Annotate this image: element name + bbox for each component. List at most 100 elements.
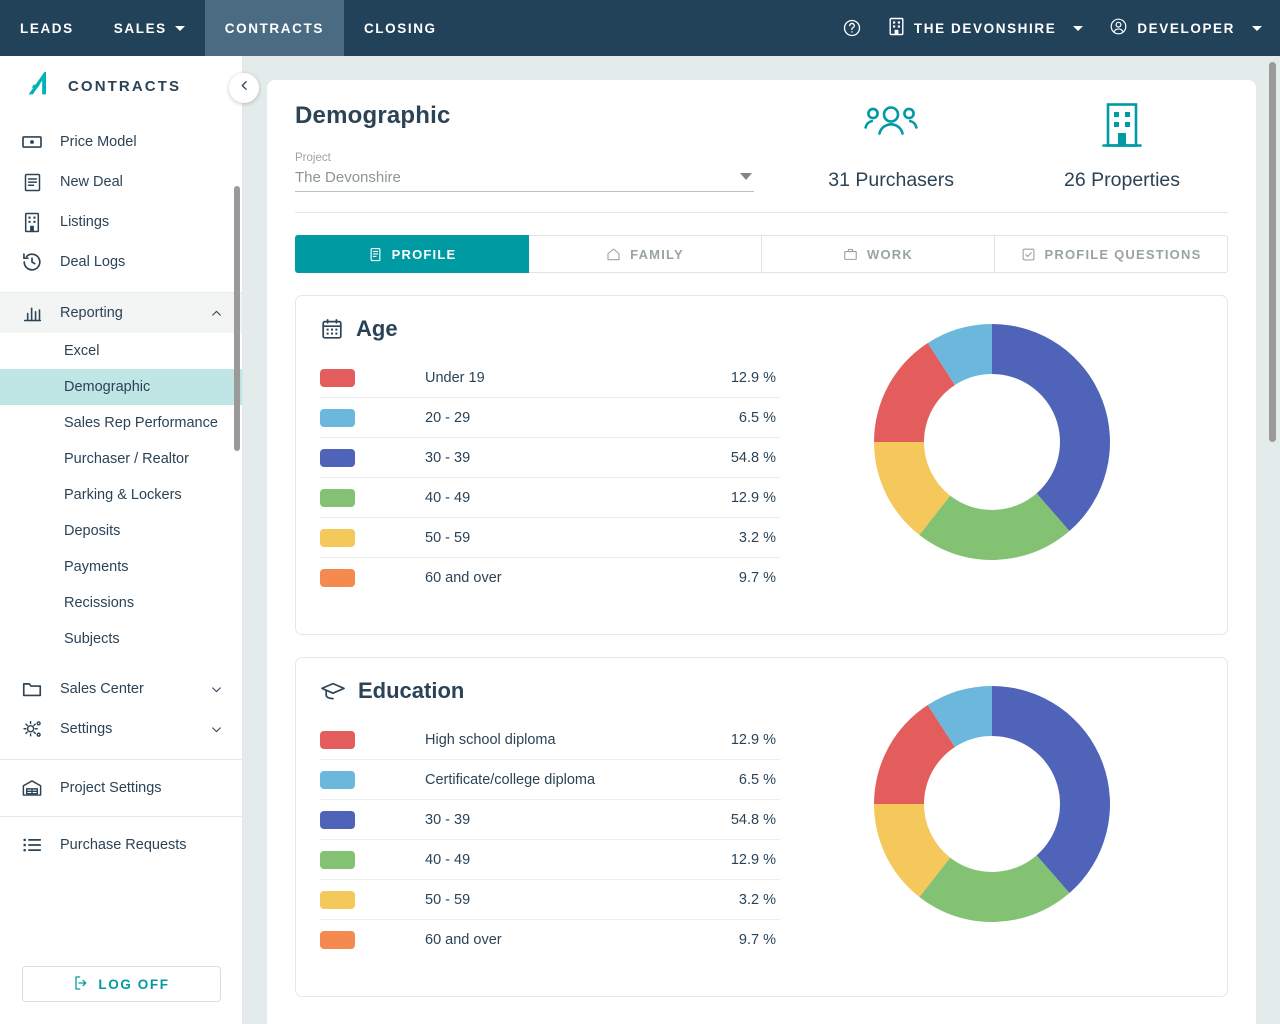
legend-label: 60 and over [425,570,502,586]
legend-swatch [320,368,355,387]
sidebar-subitem-deposits[interactable]: Deposits [0,513,242,549]
bar-chart-icon [20,301,44,325]
sidebar-item-label: New Deal [60,174,123,190]
legend-value: 9.7 % [738,932,776,948]
sidebar-item-label: Project Settings [60,780,162,796]
people-group-icon [862,102,920,155]
sidebar-subitem-sales-rep-performance[interactable]: Sales Rep Performance [0,405,242,441]
chevron-down-icon [1252,25,1262,31]
help-circle-icon [842,18,862,38]
sidebar-subitem-parking-lockers[interactable]: Parking & Lockers [0,477,242,513]
sidebar-brand-label: CONTRACTS [68,77,182,95]
chevron-down-icon [174,25,185,31]
donut-segment[interactable] [991,324,1110,532]
sidebar-item-deal-logs[interactable]: Deal Logs [0,242,242,282]
help-button[interactable] [842,18,862,38]
chevron-down-icon [210,683,222,695]
stat-properties-label: 26 Properties [1064,169,1180,191]
project-select-label: Project [295,152,331,164]
building-icon [20,210,44,234]
chart-plot-area [780,678,1203,924]
sidebar-subitem-payments[interactable]: Payments [0,549,242,585]
sidebar-subitem-label: Sales Rep Performance [64,415,218,431]
page-scrollbar[interactable] [1269,62,1276,442]
main-content: Demographic Project The Devonshire 31 Pu… [243,56,1280,1024]
legend-value: 12.9 % [730,369,776,386]
section-title: Age [320,316,780,342]
legend-value: 9.7 % [738,570,776,586]
top-nav-right: THE DEVONSHIRE DEVELOPER [842,0,1280,56]
top-nav-closing[interactable]: CLOSING [344,0,457,56]
legend-swatch [320,569,355,587]
log-off-label: LOG OFF [98,976,170,992]
donut-segment[interactable] [991,686,1110,894]
sidebar-item-label: Listings [60,214,110,230]
sidebar-brand: CONTRACTS [0,56,242,116]
sidebar-subitem-recissions[interactable]: Recissions [0,585,242,621]
sidebar-item-price-model[interactable]: Price Model [0,122,242,162]
chevron-down-icon [740,173,752,180]
legend-label: 50 - 59 [425,891,471,908]
list-icon [20,833,44,857]
sidebar-item-sales-center[interactable]: Sales Center [0,669,242,709]
sidebar-collapse-button[interactable] [229,73,259,103]
legend-row: 30 - 39 54.8 % [320,800,780,840]
chart-legend-panel: Age Under 19 12.9 % 20 - 29 6.5 % 30 - 39 54.8… [320,316,780,598]
top-nav-items: LEADS SALES CONTRACTS CLOSING [0,0,457,56]
profile-card-icon [368,247,383,262]
sidebar-subitem-label: Excel [64,343,100,359]
sidebar-item-reporting[interactable]: Reporting [0,293,242,333]
top-nav-label: SALES [113,20,167,36]
sidebar-subitem-demographic[interactable]: Demographic [0,369,242,405]
log-off-button[interactable]: LOG OFF [22,966,221,1002]
sidebar-reporting-children: Excel Demographic Sales Rep Performance Pur… [0,333,242,657]
sidebar-item-settings[interactable]: Settings [0,709,242,749]
profile-tabs: PROFILE FAMILY WORK PROFILE QUESTIONS [295,235,1228,273]
legend-swatch [320,488,355,507]
project-select[interactable]: Project The Devonshire [295,152,754,192]
app-root: LEADS SALES CONTRACTS CLOSING THE DEVONS… [0,0,1280,1024]
demographic-card: Demographic Project The Devonshire 31 Pu… [267,80,1256,1024]
legend-row: 20 - 29 6.5 % [320,398,780,438]
page-header: Demographic Project The Devonshire 31 Pu… [295,102,1228,192]
sidebar-subitem-subjects[interactable]: Subjects [0,621,242,657]
tab-profile-questions[interactable]: PROFILE QUESTIONS [995,235,1228,273]
project-switcher-label: THE DEVONSHIRE [913,20,1057,36]
sidebar: CONTRACTS Price Model New Deal Listings Dea… [0,56,243,1024]
legend-label: Certificate/college diploma [425,771,596,788]
project-switcher[interactable]: THE DEVONSHIRE [888,17,1084,39]
top-nav-contracts[interactable]: CONTRACTS [204,0,344,56]
tab-family[interactable]: FAMILY [529,235,762,273]
sidebar-subitem-purchaser-realtor[interactable]: Purchaser / Realtor [0,441,242,477]
summary-stats: 31 Purchasers 26 Properties [828,102,1228,192]
tab-profile[interactable]: PROFILE [295,235,529,273]
legend-value: 54.8 % [730,449,776,466]
sidebar-item-new-deal[interactable]: New Deal [0,162,242,202]
legend-label: 30 - 39 [425,811,471,828]
top-nav-leads[interactable]: LEADS [0,0,94,56]
legend-list: High school diploma 12.9 % Certificate/col… [320,720,780,960]
top-nav-sales[interactable]: SALES [94,0,205,56]
tab-work[interactable]: WORK [762,235,995,273]
sidebar-item-label: Settings [60,721,113,737]
briefcase-icon [843,247,858,262]
chart-legend-panel: Education High school diploma 12.9 % Certif… [320,678,780,960]
sidebar-item-project-settings[interactable]: Project Settings [0,760,242,816]
sidebar-subitem-excel[interactable]: Excel [0,333,242,369]
sidebar-subitem-label: Parking & Lockers [64,487,182,503]
legend-row: 50 - 59 3.2 % [320,880,780,920]
stat-purchasers: 31 Purchasers [828,102,954,192]
sidebar-scrollbar[interactable] [234,186,240,451]
legend-swatch [320,448,355,467]
sidebar-item-purchase-requests[interactable]: Purchase Requests [0,817,242,873]
legend-label: 60 and over [425,932,502,948]
user-circle-icon [1109,17,1128,39]
sidebar-item-label: Price Model [60,134,137,150]
legend-list: Under 19 12.9 % 20 - 29 6.5 % 30 - 39 54.8 % 4… [320,358,780,598]
user-menu[interactable]: DEVELOPER [1109,17,1262,39]
sidebar-item-listings[interactable]: Listings [0,202,242,242]
top-nav-label: LEADS [20,20,74,36]
legend-swatch [320,770,355,789]
folder-icon [20,677,44,701]
chart-section-education: Education High school diploma 12.9 % Certif… [295,657,1228,997]
